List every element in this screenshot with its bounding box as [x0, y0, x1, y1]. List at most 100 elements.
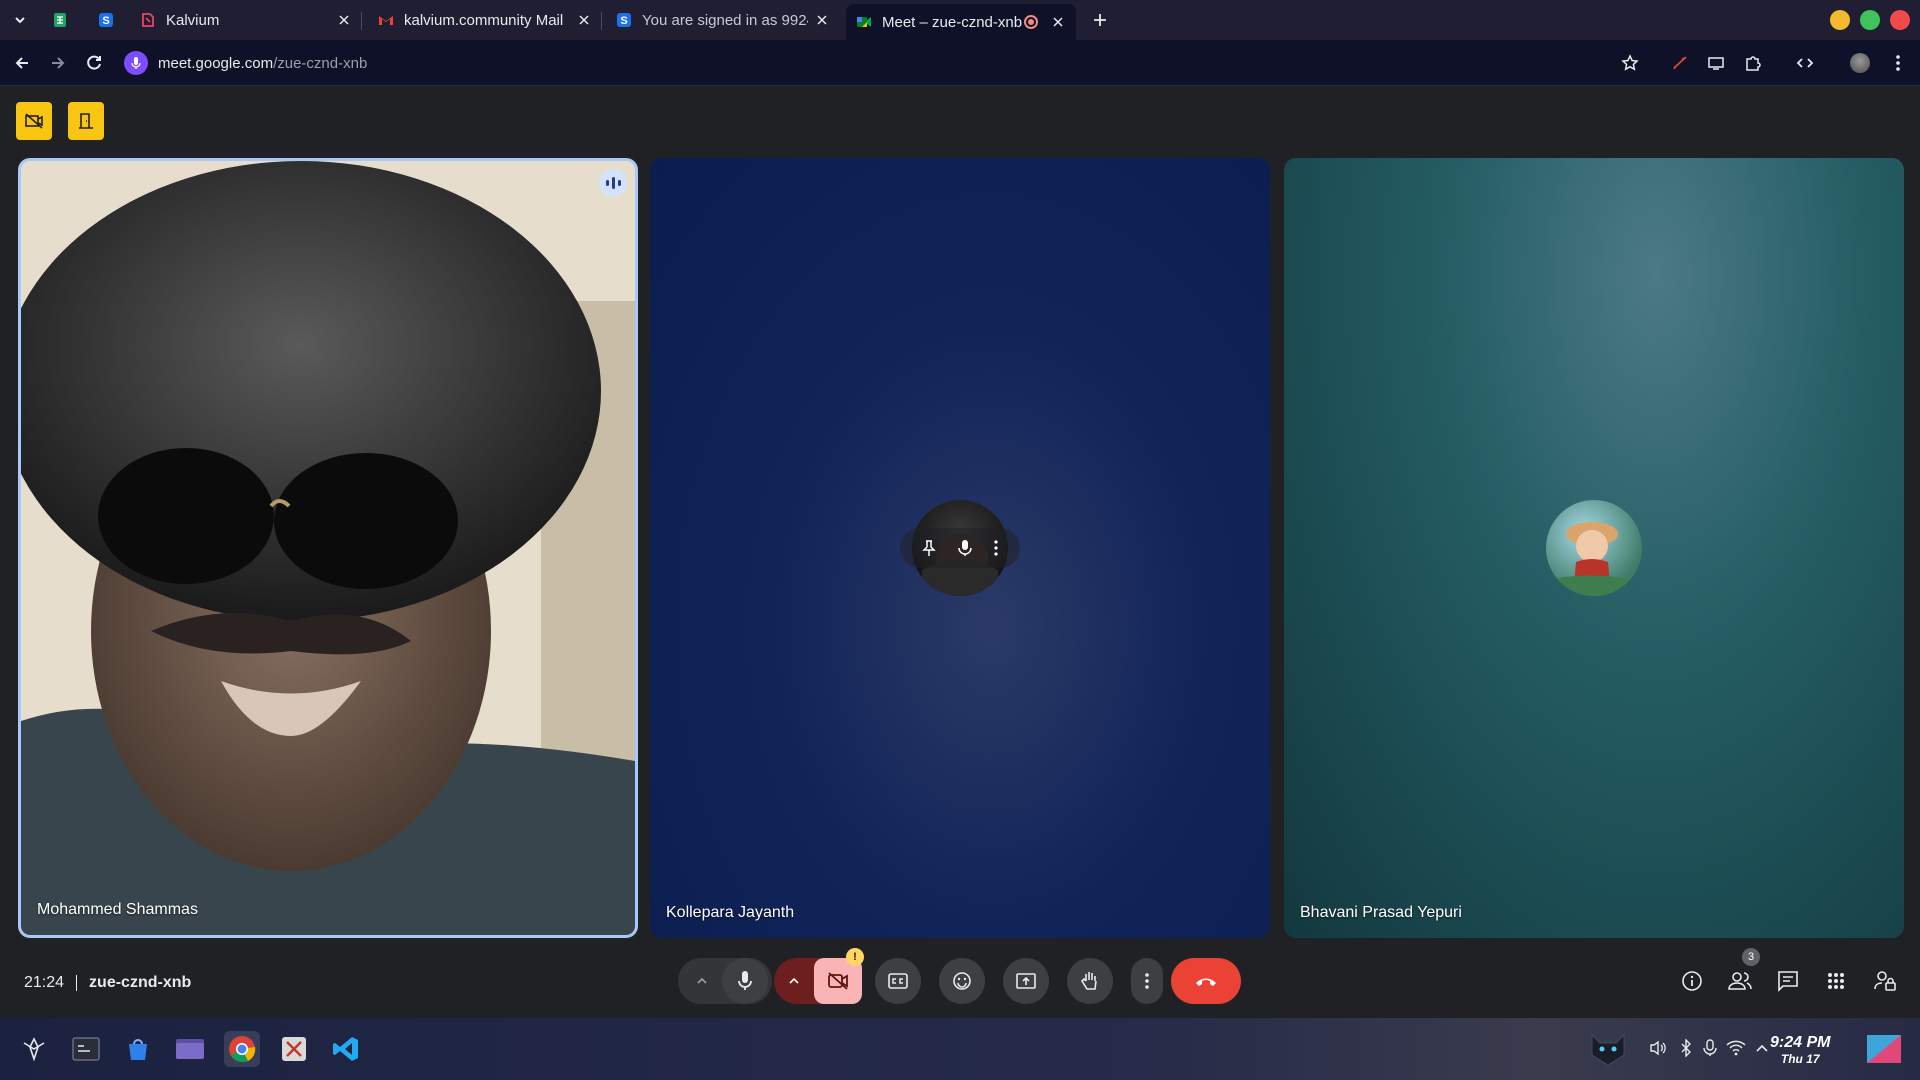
- system-clock[interactable]: 9:24 PM Thu 17: [1770, 1034, 1830, 1066]
- close-window-button[interactable]: [1890, 10, 1910, 30]
- vscode-icon: [333, 1037, 358, 1061]
- microphone-icon[interactable]: [958, 539, 972, 557]
- present-screen-button[interactable]: [1003, 958, 1049, 1004]
- s-icon: S: [616, 12, 632, 28]
- leave-call-button[interactable]: [1171, 958, 1241, 1004]
- browser-toolbar: meet.google.com/zue-cznd-xnb: [0, 40, 1920, 86]
- tab-signed-in[interactable]: S You are signed in as 992400: [606, 4, 840, 36]
- new-tab-button[interactable]: [1088, 8, 1112, 32]
- participant-tile[interactable]: Mohammed Shammas: [18, 158, 638, 938]
- minimize-button[interactable]: [1830, 10, 1850, 30]
- vscode-app[interactable]: [328, 1031, 364, 1067]
- lock-person-icon: [1874, 971, 1896, 991]
- forward-button[interactable]: [46, 51, 70, 75]
- participant-tile[interactable]: Kollepara Jayanth: [650, 158, 1270, 938]
- meeting-code: zue-cznd-xnb: [89, 974, 192, 991]
- raise-hand-button[interactable]: [1067, 958, 1113, 1004]
- caption-extension-button[interactable]: [16, 102, 52, 140]
- people-count-badge: 3: [1742, 948, 1760, 966]
- kalvium-icon: [140, 12, 156, 28]
- close-icon[interactable]: [576, 12, 592, 28]
- back-button[interactable]: [10, 51, 34, 75]
- tab-search-button[interactable]: [8, 8, 32, 32]
- audio-options-chevron-icon[interactable]: [682, 977, 722, 985]
- participant-tile[interactable]: Bhavani Prasad Yepuri: [1284, 158, 1904, 938]
- hand-icon: [1080, 972, 1097, 990]
- xournal-app[interactable]: [276, 1031, 312, 1067]
- kebab-menu-icon[interactable]: [1886, 51, 1910, 75]
- gmail-icon: [378, 12, 394, 28]
- files-app[interactable]: [172, 1031, 208, 1067]
- clock-date: Thu 17: [1780, 1052, 1820, 1066]
- camera-off-icon: [25, 113, 43, 129]
- chat-button[interactable]: [1775, 968, 1801, 994]
- files-icon: [176, 1039, 204, 1059]
- chrome-icon: [229, 1036, 256, 1063]
- apps-grid-icon: [1828, 973, 1844, 989]
- volume-icon[interactable]: [1648, 1038, 1668, 1058]
- software-store-app[interactable]: [120, 1031, 156, 1067]
- tray-cat-icon[interactable]: [1586, 1031, 1630, 1067]
- emoji-icon: [953, 972, 971, 990]
- wifi-icon[interactable]: [1726, 1038, 1746, 1058]
- svg-text:S: S: [620, 15, 627, 27]
- more-options-button[interactable]: [1131, 958, 1163, 1004]
- camera-blocked-icon[interactable]: [1668, 51, 1692, 75]
- tab-title: Meet – zue-cznd-xnb: [882, 13, 1023, 31]
- speaking-indicator-icon: [599, 169, 627, 197]
- captions-button[interactable]: [875, 958, 921, 1004]
- code-icon[interactable]: [1793, 51, 1817, 75]
- app-menu-icon: [23, 1037, 45, 1062]
- tab-gmail[interactable]: kalvium.community Mail: [368, 4, 602, 36]
- close-icon[interactable]: [1050, 14, 1066, 30]
- tray-expand-chevron-icon[interactable]: [1752, 1038, 1772, 1058]
- chrome-app[interactable]: [224, 1031, 260, 1067]
- pinned-tab-s[interactable]: S: [94, 8, 118, 32]
- people-icon: [1728, 972, 1752, 990]
- microphone-site-icon[interactable]: [124, 51, 148, 75]
- audio-controls-group: [678, 958, 772, 1004]
- reload-button[interactable]: [82, 51, 106, 75]
- microphone-button[interactable]: [722, 958, 768, 1004]
- plus-icon: [1094, 14, 1106, 26]
- cast-icon[interactable]: [1704, 51, 1728, 75]
- address-bar[interactable]: meet.google.com/zue-cznd-xnb: [120, 45, 1690, 81]
- host-controls-button[interactable]: [1872, 968, 1898, 994]
- os-taskbar: 9:24 PM Thu 17: [0, 1018, 1920, 1080]
- terminal-app[interactable]: [68, 1031, 104, 1067]
- microphone-icon: [738, 971, 752, 990]
- arrow-right-icon: [52, 57, 65, 69]
- close-icon[interactable]: [814, 12, 830, 28]
- bookmark-star-icon[interactable]: [1618, 51, 1642, 75]
- tab-title: Kalvium: [166, 11, 220, 29]
- profile-avatar-icon[interactable]: [1848, 51, 1872, 75]
- bluetooth-icon[interactable]: [1676, 1038, 1696, 1058]
- extensions-icon[interactable]: [1741, 51, 1765, 75]
- tab-kalvium[interactable]: Kalvium: [130, 4, 362, 36]
- people-button[interactable]: [1727, 968, 1753, 994]
- maximize-button[interactable]: [1860, 10, 1880, 30]
- meet-stage: Mohammed Shammas Kollepara Jayanth Bhava…: [0, 86, 1920, 1018]
- chat-icon: [1778, 971, 1798, 992]
- camera-warning-badge: !: [846, 948, 864, 966]
- participant-video: [21, 161, 635, 935]
- present-icon: [1016, 973, 1036, 989]
- door-extension-button[interactable]: [68, 102, 104, 140]
- s-icon: S: [99, 13, 113, 27]
- meeting-time: 21:24: [24, 974, 65, 991]
- recording-icon: [1024, 15, 1038, 29]
- video-options-chevron-icon[interactable]: [774, 977, 814, 985]
- show-desktop-icon[interactable]: [1866, 1031, 1902, 1067]
- more-options-icon[interactable]: [993, 539, 999, 557]
- reactions-button[interactable]: [939, 958, 985, 1004]
- meeting-details-button[interactable]: [1679, 968, 1705, 994]
- microphone-tray-icon[interactable]: [1700, 1038, 1720, 1058]
- pin-icon[interactable]: [921, 539, 937, 557]
- close-icon[interactable]: [336, 12, 352, 28]
- participant-name: Bhavani Prasad Yepuri: [1300, 904, 1462, 921]
- tab-meet[interactable]: Meet – zue-cznd-xnb: [846, 4, 1076, 40]
- terminal-icon: [72, 1037, 100, 1061]
- pinned-tab-sheets[interactable]: [48, 8, 72, 32]
- app-menu-button[interactable]: [16, 1031, 52, 1067]
- activities-button[interactable]: [1823, 968, 1849, 994]
